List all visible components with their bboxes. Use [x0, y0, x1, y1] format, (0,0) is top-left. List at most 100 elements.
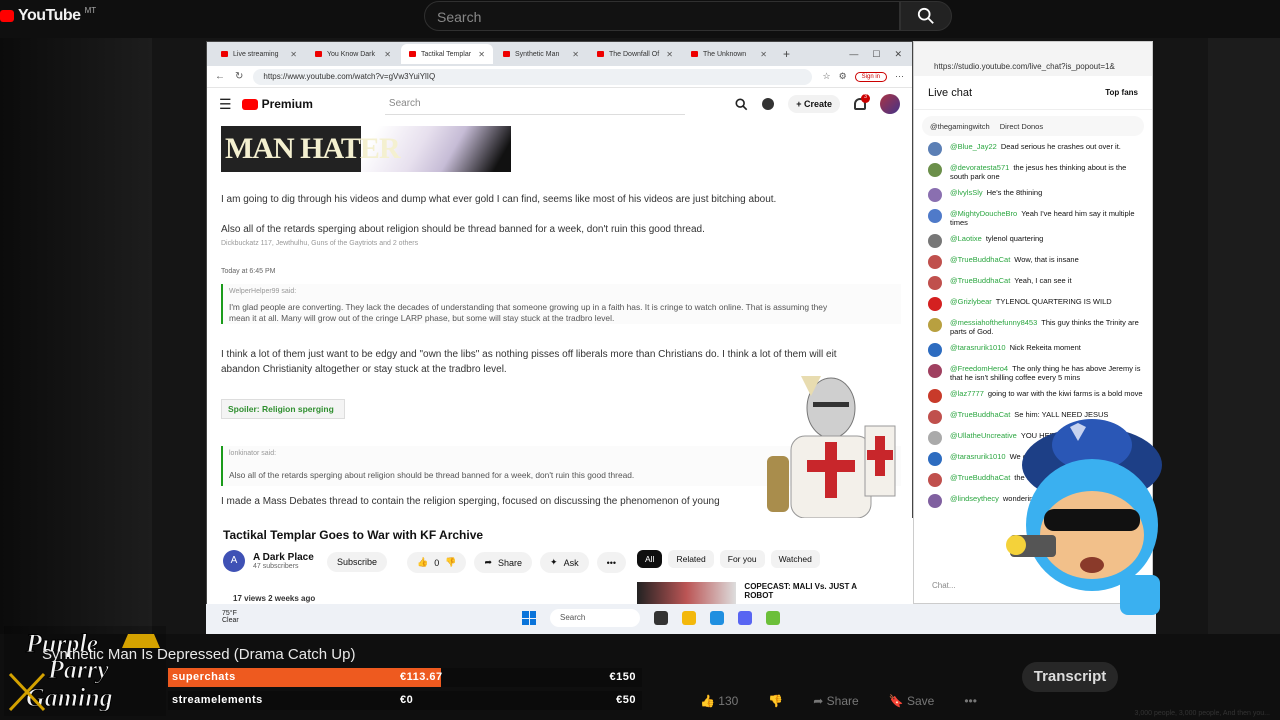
- chat-author[interactable]: @FreedomHero4: [950, 364, 1008, 373]
- dislike-icon[interactable]: 👎: [768, 694, 783, 708]
- chat-author[interactable]: @tarasrurik1010: [950, 452, 1006, 461]
- chat-message[interactable]: @messiahofthefunny8453 This guy thinks th…: [928, 318, 1144, 336]
- pinned-message[interactable]: @thegamingwitch Direct Donos: [922, 116, 1144, 136]
- menu-dots-icon[interactable]: ⋯: [895, 71, 904, 82]
- tab-tactikal-templar[interactable]: Tactikal Templar ✕: [401, 44, 493, 64]
- chat-avatar[interactable]: [928, 318, 942, 332]
- chip-related[interactable]: Related: [668, 550, 714, 568]
- close-icon[interactable]: ✕: [666, 50, 673, 59]
- chat-avatar[interactable]: [928, 343, 942, 357]
- more-actions-button[interactable]: •••: [964, 694, 977, 708]
- channel-name[interactable]: A Dark Place: [253, 552, 314, 563]
- chat-message[interactable]: @TrueBuddhaCat Wow, that is insane: [928, 255, 1144, 269]
- chat-avatar[interactable]: [928, 389, 942, 403]
- star-icon[interactable]: ☆: [822, 71, 830, 82]
- extension-icon[interactable]: ⚙: [839, 71, 847, 82]
- windows-start-icon[interactable]: [522, 611, 536, 625]
- search-icon[interactable]: [735, 97, 748, 111]
- close-icon[interactable]: ✕: [290, 50, 297, 59]
- chat-author[interactable]: @laz7777: [950, 389, 984, 398]
- top-fans-dropdown[interactable]: Top fans: [1105, 88, 1138, 97]
- youtube-premium-logo[interactable]: Premium: [241, 97, 313, 111]
- search-button[interactable]: [900, 1, 952, 31]
- discord-icon[interactable]: [738, 611, 752, 625]
- tab-unknown[interactable]: The Unknown ✕: [683, 44, 775, 64]
- chat-author[interactable]: @devoratesta571: [950, 163, 1009, 172]
- chat-avatar[interactable]: [928, 163, 942, 177]
- save-button[interactable]: 🔖 Save: [889, 694, 935, 708]
- chat-author[interactable]: @messiahofthefunny8453: [950, 318, 1037, 327]
- chat-avatar[interactable]: [928, 188, 942, 202]
- chat-avatar[interactable]: [928, 276, 942, 290]
- chat-avatar[interactable]: [928, 209, 942, 223]
- share-button[interactable]: ➦ Share: [474, 552, 533, 573]
- close-icon[interactable]: ✕: [760, 50, 767, 59]
- search-input[interactable]: Search: [424, 1, 900, 31]
- chat-avatar[interactable]: [928, 452, 942, 466]
- avatar[interactable]: [880, 94, 900, 114]
- maximize-icon[interactable]: ☐: [872, 49, 880, 60]
- chat-message[interactable]: @tarasrurik1010 Nick Rekeita moment: [928, 343, 1144, 357]
- youtube-search-input[interactable]: Search: [384, 93, 685, 115]
- chat-message[interactable]: @devoratesta571 the jesus hes thinking ab…: [928, 163, 1144, 181]
- chat-message[interactable]: @lvylsSly He's the 8thining: [928, 188, 1144, 202]
- chat-message[interactable]: @TrueBuddhaCat Yeah, I can see it: [928, 276, 1144, 290]
- chat-author[interactable]: @Blue_Jay22: [950, 142, 997, 151]
- youtube-logo[interactable]: YouTube MT: [0, 6, 96, 25]
- tab-you-know-dark[interactable]: You Know Dark ✕: [307, 44, 399, 64]
- chat-avatar[interactable]: [928, 234, 942, 248]
- chat-avatar[interactable]: [928, 142, 942, 156]
- chat-author[interactable]: @tarasrurik1010: [950, 343, 1006, 352]
- tab-live-streaming[interactable]: Live streaming ✕: [213, 44, 305, 64]
- spoiler-button[interactable]: Spoiler: Religion sperging: [221, 399, 345, 419]
- chat-avatar[interactable]: [928, 473, 942, 487]
- tab-downfall[interactable]: The Downfall Of ✕: [589, 44, 681, 64]
- chat-avatar[interactable]: [928, 297, 942, 311]
- tab-synthetic-man[interactable]: Synthetic Man ✕: [495, 44, 587, 64]
- chat-avatar[interactable]: [928, 431, 942, 445]
- like-button[interactable]: 👍 130: [700, 694, 738, 708]
- chat-url-field[interactable]: https://studio.youtube.com/live_chat?is_…: [914, 42, 1152, 76]
- chip-watched[interactable]: Watched: [770, 550, 820, 568]
- more-actions-button[interactable]: •••: [596, 552, 627, 573]
- file-explorer-icon[interactable]: [682, 611, 696, 625]
- chat-message[interactable]: @laz7777 going to war with the kiwi farms…: [928, 389, 1144, 403]
- share-button[interactable]: ➦ Share: [813, 694, 858, 708]
- chat-message[interactable]: @MightyDoucheBro Yeah I've heard him say …: [928, 209, 1144, 227]
- chat-title[interactable]: Live chat: [928, 87, 972, 99]
- task-view-icon[interactable]: [654, 611, 668, 625]
- chat-author[interactable]: @Grizlybear: [950, 297, 992, 306]
- like-button[interactable]: 👍 0 👎: [407, 552, 467, 573]
- close-window-icon[interactable]: ✕: [894, 49, 902, 60]
- chat-avatar[interactable]: [928, 255, 942, 269]
- ask-button[interactable]: ✦ Ask: [540, 552, 589, 573]
- edge-browser-icon[interactable]: [710, 611, 724, 625]
- chat-author[interactable]: @TrueBuddhaCat: [950, 255, 1010, 264]
- hamburger-menu-icon[interactable]: ☰: [219, 96, 232, 113]
- chat-message[interactable]: @Grizlybear TYLENOL QUARTERING IS WILD: [928, 297, 1144, 311]
- chat-avatar[interactable]: [928, 364, 942, 378]
- back-arrow-icon[interactable]: ←: [215, 71, 225, 82]
- chat-avatar[interactable]: [928, 494, 942, 508]
- notification-bell-icon[interactable]: 3: [854, 94, 870, 110]
- sign-in-button[interactable]: Sign in: [854, 71, 887, 82]
- close-icon[interactable]: ✕: [478, 50, 485, 59]
- chat-message[interactable]: @Laotixe tylenol quartering: [928, 234, 1144, 248]
- chat-author[interactable]: @lindseythecy: [950, 494, 999, 503]
- taskbar-search[interactable]: Search: [550, 609, 640, 627]
- new-tab-button[interactable]: +: [777, 47, 796, 61]
- subscribe-button[interactable]: Subscribe: [327, 552, 388, 572]
- chat-message[interactable]: @FreedomHero4 The only thing he has above…: [928, 364, 1144, 382]
- video-frame[interactable]: MAN HATER I am going to dig through his …: [209, 122, 901, 518]
- app-icon[interactable]: [766, 611, 780, 625]
- chat-message[interactable]: @Blue_Jay22 Dead serious he crashes out o…: [928, 142, 1144, 156]
- chat-author[interactable]: @lvylsSly: [950, 188, 983, 197]
- thumbs-down-icon[interactable]: 👎: [445, 557, 456, 568]
- weather-widget[interactable]: 75°F Clear: [222, 610, 239, 624]
- minimize-icon[interactable]: —: [849, 49, 858, 60]
- chat-author[interactable]: @Laotixe: [950, 234, 982, 243]
- close-icon[interactable]: ✕: [384, 50, 391, 59]
- url-field[interactable]: https://www.youtube.com/watch?v=gVw3YuiY…: [253, 68, 813, 85]
- chat-author[interactable]: @MightyDoucheBro: [950, 209, 1017, 218]
- close-icon[interactable]: ✕: [572, 50, 579, 59]
